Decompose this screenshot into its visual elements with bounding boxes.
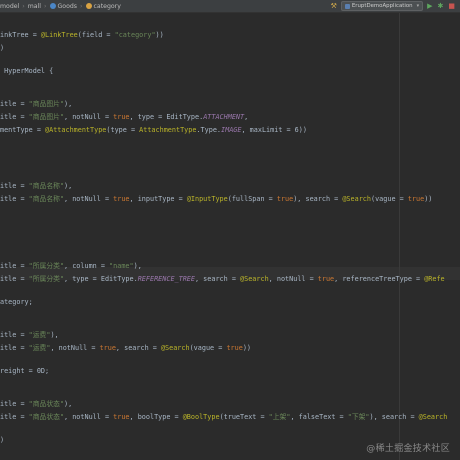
code-line: itle = "所属分类", type = EditType.REFERENCE… [0, 275, 445, 283]
code-line: itle = "商品图片", notNull = true, type = Ed… [0, 113, 249, 121]
run-icon[interactable]: ▶ [427, 2, 432, 10]
code-line: itle = "运费", notNull = true, search = @S… [0, 344, 251, 352]
code-content: inkTree = @LinkTree(field = "category"))… [0, 13, 460, 460]
code-line: itle = "商品状态"), [0, 400, 73, 408]
breadcrumb-item-category[interactable]: category [85, 2, 121, 10]
code-line: itle = "运费"), [0, 331, 59, 339]
breadcrumb-label: mall [27, 2, 42, 10]
watermark: @稀土掘金技术社区 [366, 444, 450, 454]
field-icon [85, 3, 92, 9]
code-line: HyperModel { [0, 67, 54, 75]
code-editor[interactable]: inkTree = @LinkTree(field = "category"))… [0, 13, 460, 460]
code-line: itle = "商品状态", notNull = true, boolType … [0, 413, 448, 421]
code-line: itle = "商品名称"), [0, 182, 73, 190]
breadcrumb-item-mall[interactable]: mall [28, 3, 41, 10]
code-line: itle = "商品名称", notNull = true, inputType… [0, 195, 433, 203]
chevron-down-icon: ▾ [416, 3, 420, 9]
navigation-bar: model › mall › Goods › category ⚒ EruptD… [0, 0, 460, 13]
debug-icon[interactable]: ✱ [438, 2, 444, 10]
breadcrumb-separator: › [44, 2, 47, 10]
code-line: ategory; [0, 298, 33, 306]
breadcrumb: model › mall › Goods › category [0, 3, 121, 10]
run-configuration-select[interactable]: EruptDemoApplication ▾ [340, 1, 424, 11]
breadcrumb-separator: › [80, 2, 83, 10]
breadcrumb-item-model[interactable]: model [0, 3, 19, 10]
run-config-label: EruptDemoApplication [351, 3, 413, 9]
breadcrumb-item-goods[interactable]: Goods [49, 2, 78, 10]
app-icon [344, 3, 350, 9]
class-icon [49, 3, 56, 9]
breadcrumb-label: category [93, 2, 121, 10]
code-line: mentType = @AttachmentType(type = Attach… [0, 126, 307, 134]
code-line: reight = 0D; [0, 367, 50, 375]
code-line: inkTree = @LinkTree(field = "category")) [0, 31, 164, 39]
code-line: itle = "商品图片"), [0, 100, 73, 108]
toolbar-actions: ⚒ EruptDemoApplication ▾ ▶ ✱ ■ [331, 0, 460, 12]
breadcrumb-separator: › [22, 2, 25, 10]
hammer-icon[interactable]: ⚒ [331, 2, 337, 10]
stop-icon[interactable]: ■ [448, 2, 455, 10]
breadcrumb-label: Goods [57, 2, 78, 10]
code-line: itle = "所属分类", column = "name"), [0, 262, 142, 270]
breadcrumb-label: model [0, 2, 20, 10]
code-line: ) [0, 44, 5, 52]
